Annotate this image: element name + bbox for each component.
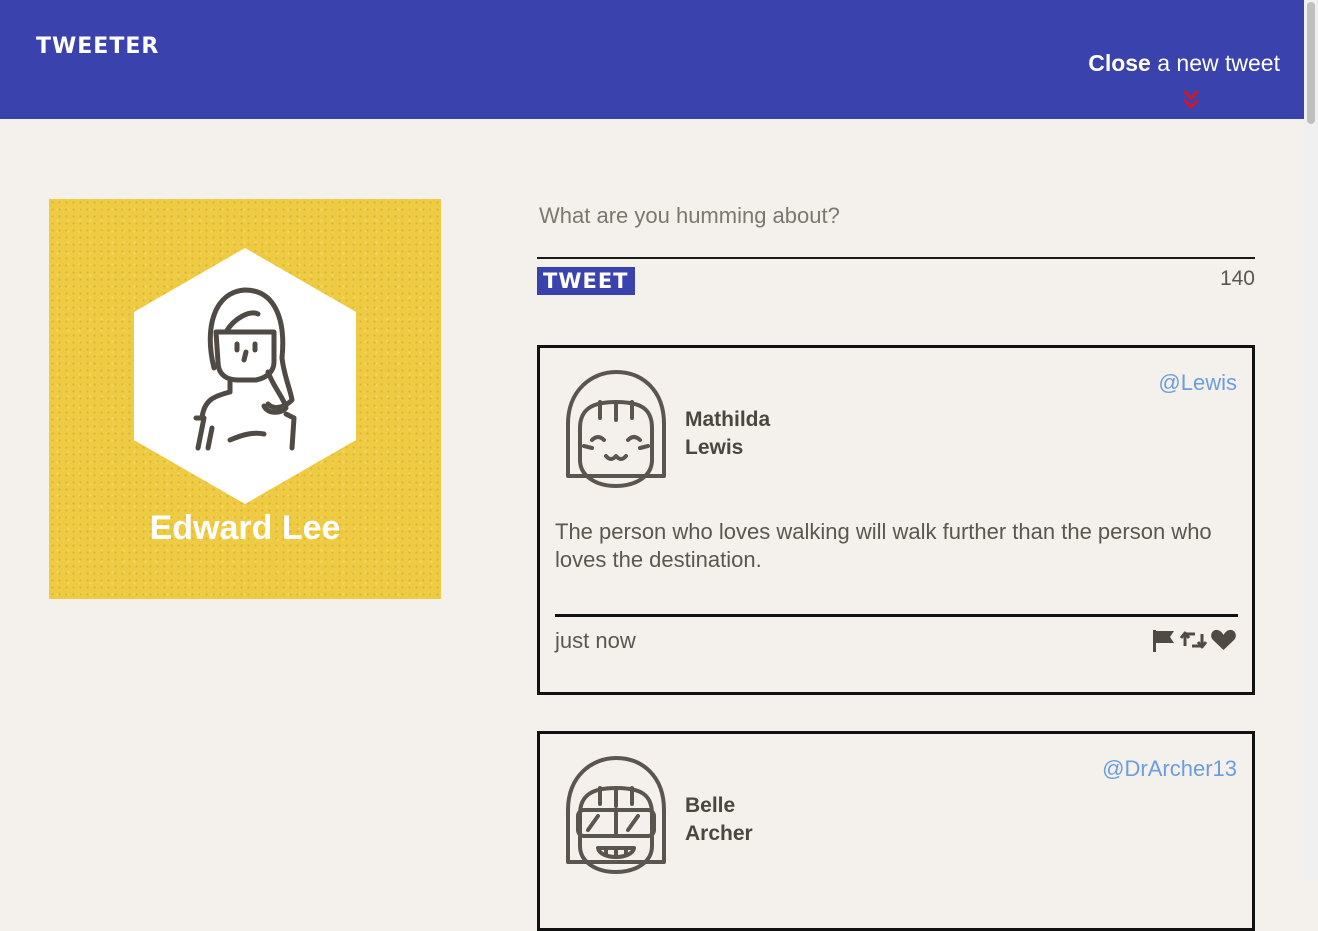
flag-icon[interactable] xyxy=(1150,628,1177,652)
profile-name: Edward Lee xyxy=(149,509,341,547)
author-name: Mathilda Lewis xyxy=(685,406,770,462)
page-scrollbar[interactable] xyxy=(1304,0,1318,880)
compose-toggle[interactable]: Close a new tweet xyxy=(1088,50,1280,77)
author-first-name: Belle xyxy=(685,794,736,817)
tweet-actions xyxy=(1150,628,1237,652)
brand-logo[interactable]: TWEETER xyxy=(36,34,159,59)
tweet-button[interactable]: TWEET xyxy=(537,267,635,295)
tweet-input[interactable] xyxy=(537,195,1255,259)
author-last-name: Archer xyxy=(685,822,753,845)
tweet-card: Belle Archer @DrArcher13 xyxy=(537,731,1255,931)
heart-icon[interactable] xyxy=(1210,628,1237,652)
author-name: Belle Archer xyxy=(685,792,753,848)
retweet-icon[interactable] xyxy=(1180,628,1207,652)
profile-avatar-icon xyxy=(134,248,356,504)
compose-form: TWEET 140 xyxy=(537,195,1255,295)
tweet-card: Mathilda Lewis @Lewis The person who lov… xyxy=(537,345,1255,695)
char-counter: 140 xyxy=(1219,267,1255,290)
author-first-name: Mathilda xyxy=(685,408,771,431)
compose-toggle-action: Close xyxy=(1088,50,1151,76)
author-last-name: Lewis xyxy=(685,436,744,459)
author-handle[interactable]: @Lewis xyxy=(1158,370,1237,396)
tweet-body: The person who loves walking will walk f… xyxy=(555,519,1212,572)
double-chevron-down-icon[interactable] xyxy=(1180,88,1202,112)
tweet-divider xyxy=(555,614,1238,617)
smiling-girl-avatar-icon xyxy=(566,370,666,488)
goggles-girl-avatar-icon xyxy=(566,756,666,874)
author-handle[interactable]: @DrArcher13 xyxy=(1102,756,1237,782)
tweet-timestamp: just now xyxy=(555,628,636,653)
top-nav: TWEETER Close a new tweet xyxy=(0,0,1304,119)
scrollbar-thumb[interactable] xyxy=(1307,2,1315,124)
compose-toggle-text: a new tweet xyxy=(1150,50,1280,76)
profile-card: Edward Lee xyxy=(49,199,441,599)
